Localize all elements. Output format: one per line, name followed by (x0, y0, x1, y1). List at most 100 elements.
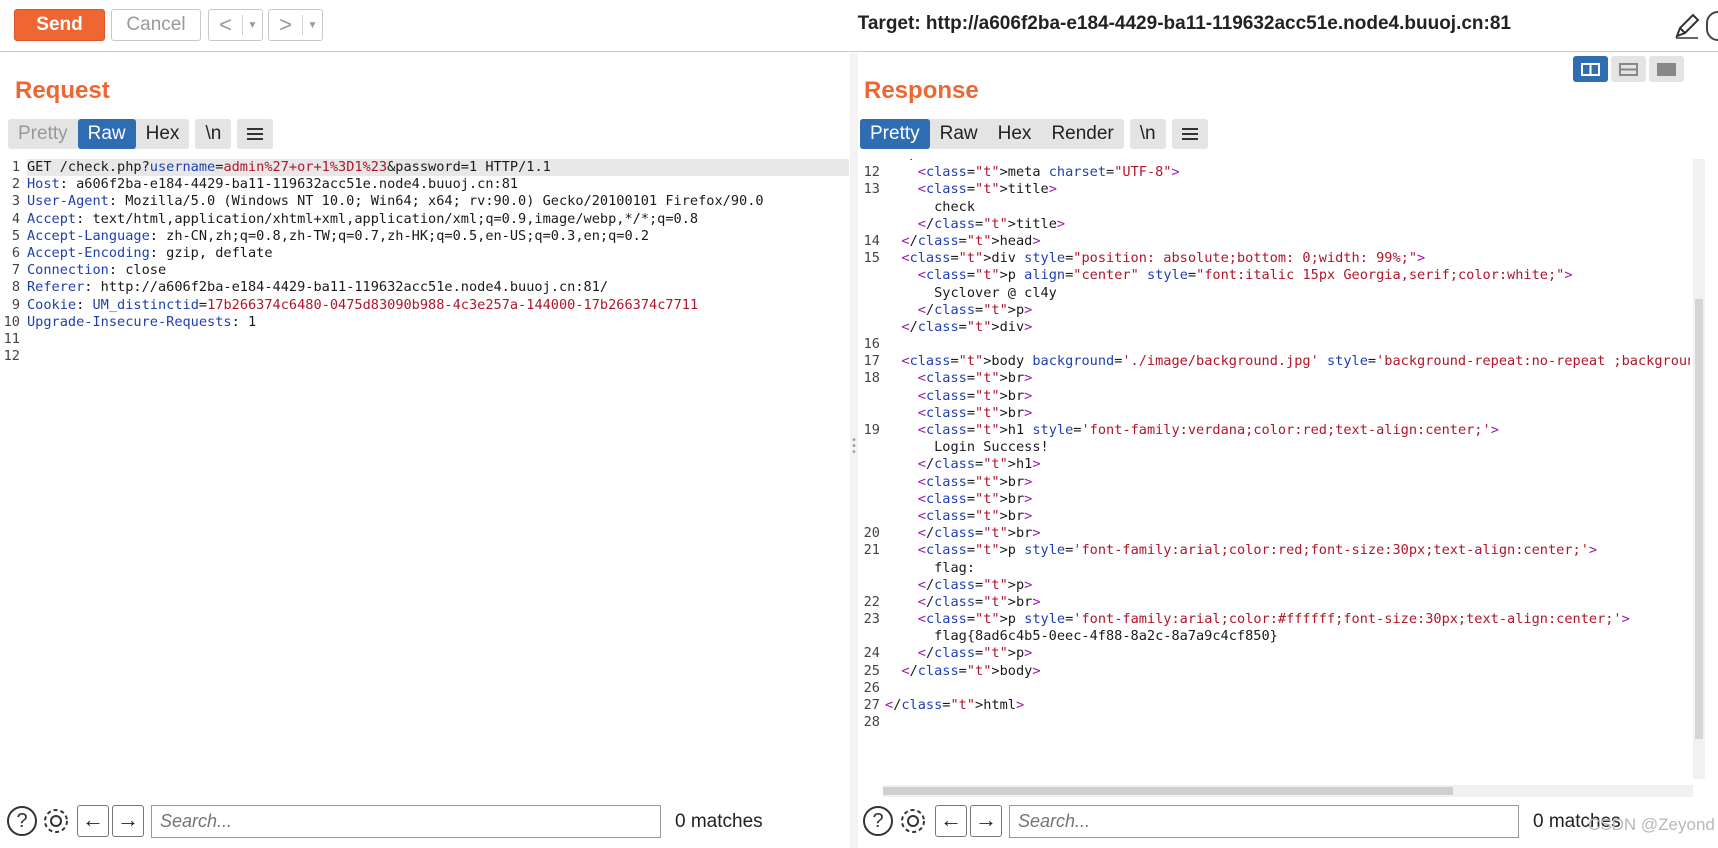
target-label: Target: http://a606f2ba-e184-4429-ba11-1… (857, 13, 1511, 34)
scrollbar-thumb[interactable] (883, 787, 1453, 795)
settings-icon[interactable] (40, 805, 72, 837)
menu-icon[interactable] (1171, 119, 1208, 149)
target-options-icon[interactable] (1706, 11, 1718, 41)
response-tab-raw[interactable]: Raw (930, 119, 988, 149)
code-line: </class="t">p> (917, 301, 1033, 318)
request-search-input[interactable] (151, 805, 661, 838)
line-number (858, 216, 880, 233)
line-number: 23 (863, 611, 880, 628)
code-line: flag: (885, 559, 976, 576)
line-number (858, 628, 880, 645)
code-line: <class="t">body background='./image/back… (901, 353, 1690, 370)
response-search-input[interactable] (1009, 805, 1519, 838)
response-horizontal-scrollbar[interactable] (883, 785, 1693, 797)
line-number: 1 (11, 159, 20, 175)
cancel-button[interactable]: Cancel (111, 9, 201, 41)
response-tab-newline[interactable]: \n (1130, 119, 1166, 149)
request-editor[interactable]: 1 2 3 4 5 6 7 8 9 10 11 12 GET /check.php?username=… (0, 159, 850, 791)
response-editor[interactable]: 111213141516171819202122232425262728 </c… (858, 159, 1700, 779)
arrow-right-icon[interactable]: → (112, 805, 144, 837)
code-line: <class="t">p align="center" style="font:… (917, 267, 1573, 284)
code-line: GET /check.php?username=admin%27+or+1%3D… (27, 159, 849, 177)
line-number (858, 577, 880, 594)
line-number (858, 439, 880, 456)
code-line: </class="t">h1> (917, 456, 1041, 473)
line-number (858, 199, 880, 216)
line-number: 6 (11, 244, 20, 261)
request-tab-newline[interactable]: \n (195, 119, 231, 149)
response-title: Response (864, 77, 979, 104)
request-tab-pretty[interactable]: Pretty (8, 119, 78, 149)
history-back-group[interactable]: < ▼ (208, 9, 263, 41)
response-vertical-scrollbar[interactable] (1693, 159, 1705, 779)
code-line: <class="t">br> (917, 507, 1033, 524)
code-line: </class="t">br> (917, 525, 1041, 542)
line-number: 24 (863, 645, 880, 662)
code-line: </class="t">div> (901, 318, 1033, 335)
request-pane: Request Pretty Raw Hex \n 1 2 3 4 5 6 7 8 9 10 11 1… (0, 53, 850, 848)
arrow-right-icon[interactable]: → (970, 805, 1002, 837)
request-search-bar: ? ← → 0 matches (0, 801, 850, 841)
code-line: <class="t">br> (917, 387, 1033, 404)
menu-icon[interactable] (237, 119, 274, 149)
line-number (858, 405, 880, 422)
help-icon[interactable]: ? (6, 805, 38, 837)
divider-grip-icon[interactable]: • • • (850, 436, 858, 458)
code-line: Referer: http://a606f2ba-e184-4429-ba11-… (27, 279, 609, 296)
line-number (858, 302, 880, 319)
response-tab-pretty[interactable]: Pretty (860, 119, 930, 149)
line-number: 27 (863, 697, 880, 713)
scrollbar-thumb[interactable] (1695, 299, 1703, 739)
code-line: <class="t">br> (917, 473, 1033, 490)
line-number: 19 (863, 422, 880, 438)
request-code: GET /check.php?username=admin%27+or+1%3D… (27, 159, 849, 365)
line-number (858, 388, 880, 405)
line-number: 22 (863, 593, 880, 610)
code-line: </class="t">title> (917, 215, 1066, 232)
line-number (858, 491, 880, 508)
settings-icon[interactable] (897, 805, 929, 837)
history-forward-button[interactable]: > (269, 12, 302, 38)
code-line: Cookie: UM_distinctid=17b266374c6480-047… (27, 296, 699, 313)
line-number: 13 (863, 181, 880, 198)
pencil-icon[interactable] (1672, 11, 1702, 41)
line-number: 12 (3, 348, 20, 365)
line-number: 14 (863, 232, 880, 249)
code-line: Accept-Encoding: gzip, deflate (27, 244, 273, 261)
code-line: flag{8ad6c4b5-0eec-4f88-8a2c-8a7a9c4cf85… (885, 628, 1278, 645)
line-number: 8 (11, 279, 20, 296)
response-tab-render[interactable]: Render (1041, 119, 1123, 149)
arrow-left-icon[interactable]: ← (77, 805, 109, 837)
history-back-dropdown[interactable]: ▼ (242, 15, 262, 35)
code-line: <class="t">h1 style='font-family:verdana… (917, 422, 1499, 438)
history-back-button[interactable]: < (209, 12, 242, 38)
code-line: <class="t">br> (917, 490, 1033, 507)
line-number: 28 (863, 714, 880, 731)
line-number (858, 508, 880, 525)
request-tab-raw[interactable]: Raw (77, 119, 136, 149)
request-tab-hex[interactable]: Hex (136, 119, 190, 149)
code-line: </class="t">br> (917, 593, 1041, 610)
code-line: User-Agent: Mozilla/5.0 (Windows NT 10.0… (27, 193, 764, 210)
code-line: <class="t">p style='font-family:arial;co… (917, 542, 1598, 559)
arrow-left-icon[interactable]: ← (935, 805, 967, 837)
send-button[interactable]: Send (14, 9, 105, 41)
line-number: 10 (3, 313, 20, 330)
layout-single-icon[interactable] (1649, 56, 1684, 82)
line-number: 15 (863, 250, 880, 267)
request-title: Request (15, 77, 110, 104)
history-forward-group[interactable]: > ▼ (268, 9, 323, 41)
code-line: </class="t">p> (917, 645, 1033, 662)
code-line: Syclover @ cl4y (885, 284, 1057, 301)
layout-split-icon[interactable] (1573, 56, 1608, 82)
layout-horizontal-icon[interactable] (1611, 56, 1646, 82)
line-number (858, 474, 880, 491)
code-line: <class="t">p style='font-family:arial;co… (917, 611, 1630, 628)
line-number (858, 560, 880, 577)
layout-switcher (1573, 56, 1684, 82)
response-tab-hex[interactable]: Hex (988, 119, 1042, 149)
history-forward-dropdown[interactable]: ▼ (302, 15, 322, 35)
help-icon[interactable]: ? (862, 805, 894, 837)
